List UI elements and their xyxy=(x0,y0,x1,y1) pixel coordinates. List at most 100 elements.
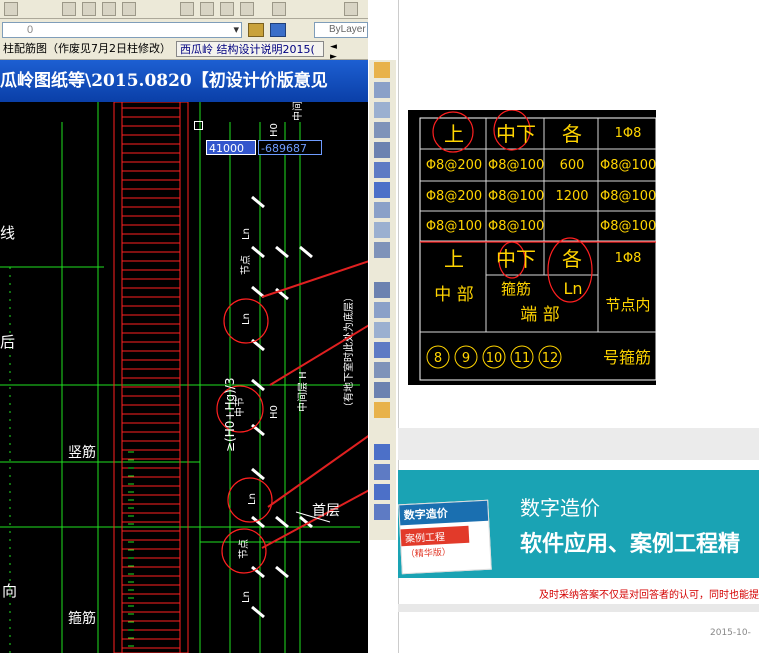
rotate-icon[interactable] xyxy=(374,182,390,198)
circled-number: 10 xyxy=(486,351,503,366)
help-icon[interactable] xyxy=(344,2,358,16)
tab-scroll-arrows[interactable]: ◄ ► xyxy=(330,42,366,62)
banner-heading: 数字造价 xyxy=(520,496,600,520)
notice-divider xyxy=(398,604,759,612)
bylayer-label: ByLayer xyxy=(329,24,366,35)
mirror-icon[interactable] xyxy=(374,102,390,118)
join-icon[interactable] xyxy=(374,322,390,338)
page-gray-band xyxy=(398,428,759,460)
trim-icon[interactable] xyxy=(374,242,390,258)
circled-number: 9 xyxy=(462,351,470,366)
table-icon[interactable] xyxy=(272,2,286,16)
table-cell: Φ8@200 xyxy=(425,189,483,204)
tab-column-reinforcement[interactable]: 柱配筋图（作废见7月2日柱修改） xyxy=(0,41,178,57)
layer-previous-icon[interactable] xyxy=(270,23,286,37)
calculator-icon[interactable] xyxy=(240,2,254,16)
table-cell: Φ8@100 xyxy=(600,219,656,234)
break-icon[interactable] xyxy=(374,302,390,318)
drawing-tabs: 柱配筋图（作废见7月2日柱修改） 西瓜岭 结构设计说明2015( xyxy=(0,40,368,60)
table-label-stirrup-number: 号箍筋 xyxy=(602,348,651,367)
coordinate-x-input[interactable]: 41000 xyxy=(206,140,256,155)
table-cell: Φ8@100 xyxy=(488,219,544,234)
explode-icon[interactable] xyxy=(374,382,390,398)
erase-icon[interactable] xyxy=(374,62,390,78)
table-cell: 各 xyxy=(562,122,582,146)
color-dropdown[interactable]: ByLayer xyxy=(314,22,368,38)
side-text-line: 线 xyxy=(0,224,16,242)
table-cell xyxy=(546,214,598,240)
extend-icon[interactable] xyxy=(374,282,390,298)
table-label-end: 端 部 xyxy=(520,305,560,325)
rebar-table-image: 8 9 10 11 12 上中下各 1Φ8 Φ8@200 Φ8@100 600 Φ8@100 Φ8@… xyxy=(408,110,656,385)
standard-toolbar xyxy=(0,0,368,19)
accept-answer-notice: 及时采纳答案不仅是对回答者的认可，同时也能提 xyxy=(539,590,759,600)
grip-handle[interactable] xyxy=(194,121,203,130)
bring-above-icon[interactable] xyxy=(374,504,390,520)
offset-icon[interactable] xyxy=(374,122,390,138)
copy-icon[interactable] xyxy=(374,82,390,98)
tab-structure-design[interactable]: 西瓜岭 结构设计说明2015( xyxy=(176,41,324,57)
table-cell: 1Φ8 xyxy=(614,251,642,266)
move-icon[interactable] xyxy=(374,162,390,178)
drawing-title: 瓜岭图纸等\2015.0820【初设计价版意见 xyxy=(0,71,328,91)
node-label-1: 节点 xyxy=(238,539,250,559)
basement-note-label: （有地下室时此处为底层） xyxy=(342,292,355,412)
table-cell: Φ8@100 xyxy=(600,158,656,173)
table-cell: 中下 xyxy=(496,247,536,271)
send-back-icon[interactable] xyxy=(374,484,390,500)
banner-subheading: 软件应用、案例工程精 xyxy=(520,532,741,557)
bring-front-icon[interactable] xyxy=(374,464,390,480)
table-cell: 1200 xyxy=(555,189,589,204)
ln-label-3: Ln xyxy=(241,228,252,240)
mid-layer-label: 中间层 xyxy=(291,102,304,121)
stretch-icon[interactable] xyxy=(374,222,390,238)
table-cell: Φ8@100 xyxy=(600,189,656,204)
zoom-previous-icon[interactable] xyxy=(122,2,136,16)
table-cell: 各 xyxy=(562,247,582,271)
table-cell: Φ8@100 xyxy=(488,189,544,204)
zoom-window-icon[interactable] xyxy=(102,2,116,16)
coordinate-y-input[interactable]: -689687 xyxy=(258,140,322,155)
ln-label-4: Ln xyxy=(241,591,252,603)
table-cell: 上 xyxy=(444,122,464,146)
zoom-realtime-icon[interactable] xyxy=(82,2,96,16)
chamfer-icon[interactable] xyxy=(374,342,390,358)
cad-drawing-canvas[interactable]: Ln 中节 Ln 节点 Ln 节点 Ln H0 H0 中间层 H 中间层 （有地… xyxy=(0,102,368,653)
side-text-direction: 向 xyxy=(2,582,18,600)
design-center-icon[interactable] xyxy=(200,2,214,16)
drawing-title-bar: 瓜岭图纸等\2015.0820【初设计价版意见 xyxy=(0,60,368,102)
tool-palette-icon[interactable] xyxy=(220,2,234,16)
table-cell: 1Φ8 xyxy=(614,126,642,141)
side-text-after: 后 xyxy=(0,333,16,351)
h0-label-top: H0 xyxy=(269,123,280,137)
circled-number: 8 xyxy=(434,351,442,366)
node-label-2: 节点 xyxy=(240,255,252,275)
match-properties-icon[interactable] xyxy=(374,402,390,418)
layer-value: 0 xyxy=(27,24,34,36)
arrow-down-icon[interactable] xyxy=(4,2,18,16)
ad-banner[interactable]: 数字造价 案例工程 （精华版） 数字造价 软件应用、案例工程精 xyxy=(398,470,759,578)
book-title: 数字造价 xyxy=(399,500,489,526)
ln-label-1: Ln xyxy=(241,313,252,325)
properties-icon[interactable] xyxy=(180,2,194,16)
h0-label: H0 xyxy=(269,405,280,419)
mid-layer-h-label: 中间层 H xyxy=(296,371,309,412)
table-cell: 上 xyxy=(444,247,464,271)
table-cell: 600 xyxy=(559,158,585,173)
draw-order-icon[interactable] xyxy=(374,444,390,460)
array-icon[interactable] xyxy=(374,142,390,158)
modify-toolbar xyxy=(368,60,396,540)
pan-icon[interactable] xyxy=(62,2,76,16)
table-cell: Φ8@100 xyxy=(425,219,483,234)
book-cover-image: 数字造价 案例工程 （精华版） xyxy=(398,499,492,575)
circled-number: 11 xyxy=(514,351,531,366)
layer-states-icon[interactable] xyxy=(248,23,264,37)
post-date: 2015-10- xyxy=(710,628,751,638)
chevron-down-icon[interactable]: ▾ xyxy=(233,23,239,37)
table-label-node-inner: 节点内 xyxy=(605,296,651,314)
table-cell: 中下 xyxy=(496,122,536,146)
layer-dropdown[interactable]: 0 ▾ xyxy=(2,22,242,38)
fillet-icon[interactable] xyxy=(374,362,390,378)
circled-number: 12 xyxy=(542,351,559,366)
scale-icon[interactable] xyxy=(374,202,390,218)
